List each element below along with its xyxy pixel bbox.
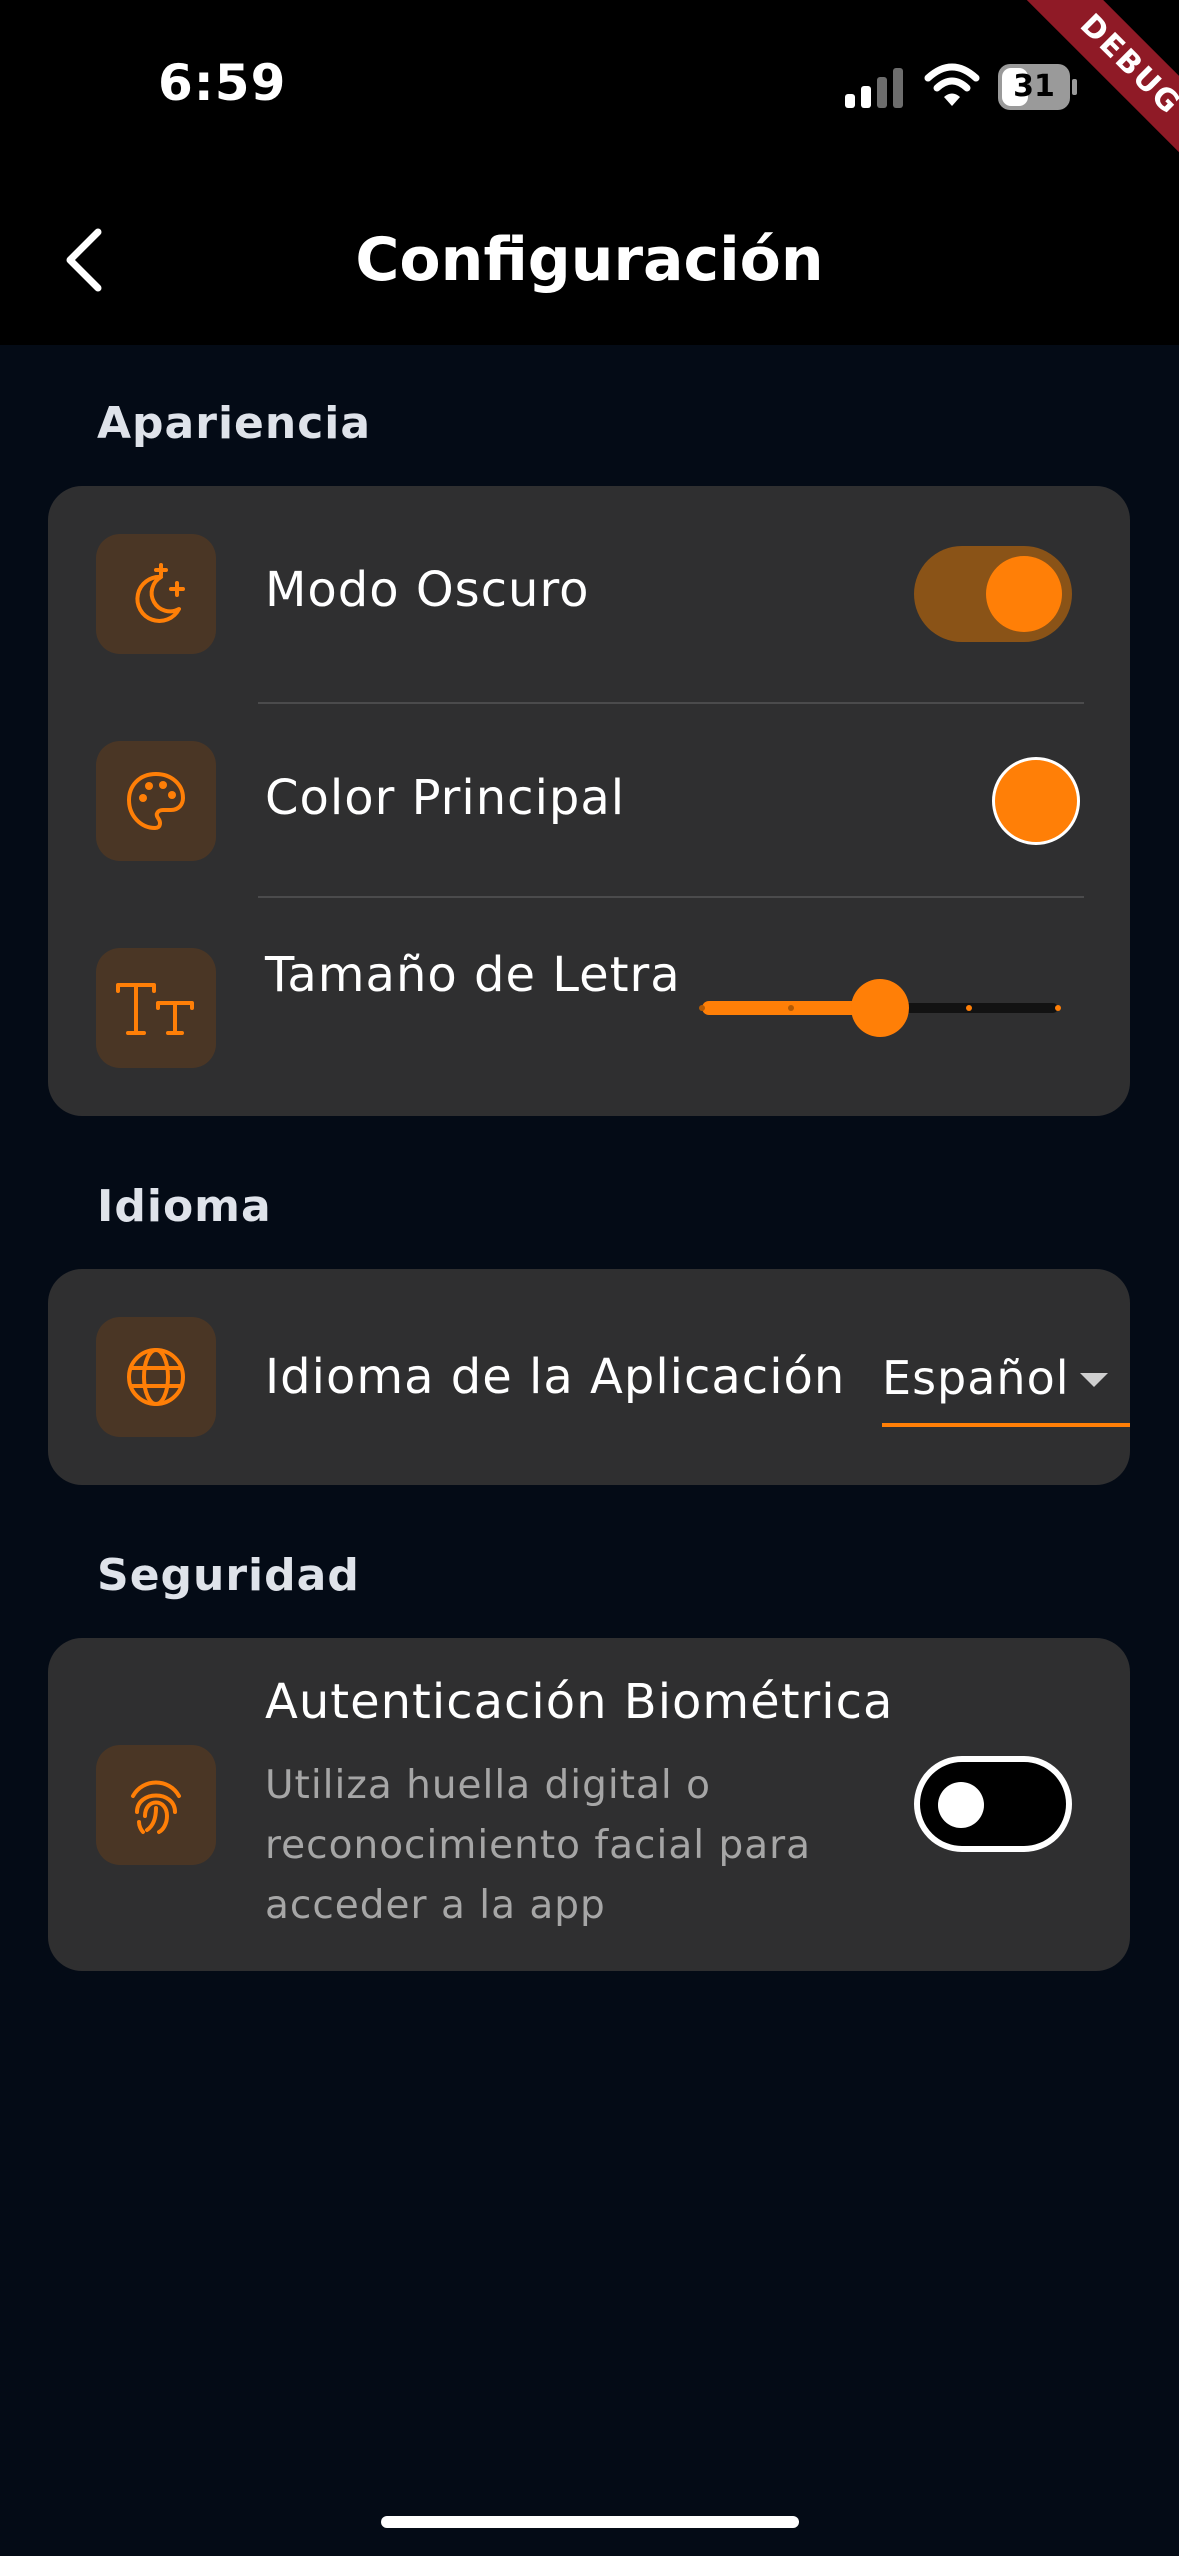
- language-card: Idioma de la Aplicación Español: [48, 1269, 1130, 1485]
- battery-icon: 31: [998, 64, 1078, 110]
- page-title: Configuración: [355, 225, 824, 295]
- primary-color-icon-box: [96, 741, 216, 861]
- section-title-appearance: Apariencia: [97, 398, 372, 449]
- globe-icon: [127, 1348, 185, 1406]
- primary-color-swatch[interactable]: [992, 757, 1080, 845]
- palette-icon: [127, 772, 185, 830]
- toggle-knob: [986, 556, 1062, 632]
- slider-thumb[interactable]: [851, 979, 909, 1037]
- row-divider: [258, 896, 1084, 898]
- dropdown-arrow-icon: [1080, 1373, 1108, 1387]
- appearance-card: Modo Oscuro Color Principal Tamaño de Le…: [48, 486, 1130, 1116]
- section-title-security: Seguridad: [97, 1550, 360, 1601]
- primary-color-label: Color Principal: [265, 770, 626, 826]
- biometric-toggle[interactable]: [914, 1756, 1072, 1852]
- toggle-knob: [938, 1782, 984, 1828]
- wifi-icon: [924, 63, 980, 106]
- moon-stars-icon: [135, 563, 185, 623]
- section-title-language: Idioma: [97, 1181, 272, 1232]
- biometric-description: Utiliza huella digital o reconocimiento …: [265, 1763, 812, 1928]
- cellular-signal-icon: [845, 68, 903, 108]
- dark-mode-label: Modo Oscuro: [265, 562, 590, 618]
- dark-mode-toggle[interactable]: [914, 546, 1072, 642]
- language-icon-box: [96, 1317, 216, 1437]
- dark-mode-icon-box: [96, 534, 216, 654]
- font-size-icon-box: [96, 948, 216, 1068]
- status-time: 6:59: [158, 54, 287, 112]
- language-dropdown[interactable]: Español: [882, 1331, 1130, 1427]
- slider-tick: [788, 1005, 794, 1011]
- battery-level: 31: [1013, 69, 1055, 104]
- fingerprint-icon: [131, 1780, 181, 1834]
- home-indicator: [381, 2516, 799, 2528]
- row-divider: [258, 702, 1084, 704]
- security-card: Autenticación Biométrica Utiliza huella …: [48, 1638, 1130, 1971]
- app-language-label: Idioma de la Aplicación: [265, 1349, 846, 1405]
- language-dropdown-value: Español: [882, 1351, 1070, 1405]
- dropdown-underline: [882, 1423, 1130, 1427]
- slider-tick: [699, 1005, 705, 1011]
- font-size-slider[interactable]: [699, 979, 1061, 1037]
- slider-tick: [1055, 1005, 1061, 1011]
- font-size-label: Tamaño de Letra: [265, 947, 681, 1003]
- slider-tick: [966, 1005, 972, 1011]
- biometric-icon-box: [96, 1745, 216, 1865]
- text-size-icon: [116, 983, 194, 1035]
- biometric-label: Autenticación Biométrica: [265, 1674, 894, 1730]
